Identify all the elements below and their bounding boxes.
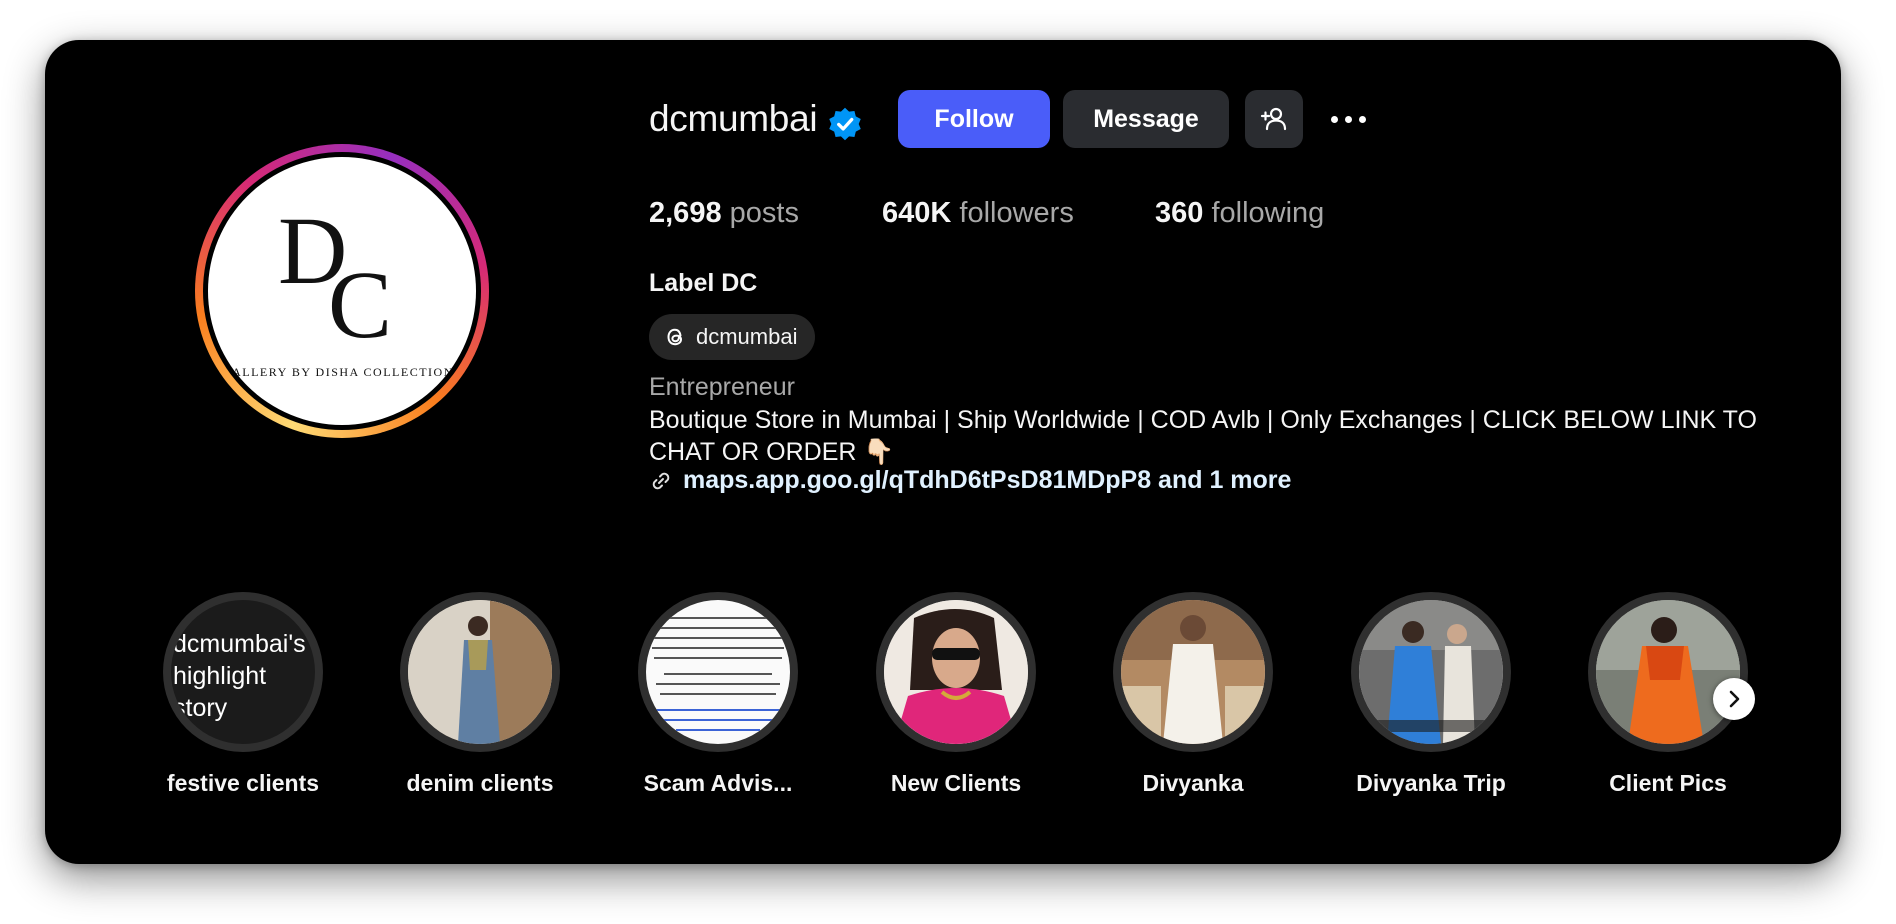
highlight-cover bbox=[1596, 600, 1740, 744]
posts-stat: 2,698 posts bbox=[649, 197, 799, 230]
follow-button[interactable]: Follow bbox=[898, 90, 1050, 148]
highlight-cover: dcmumbai's highlight story bbox=[171, 600, 315, 744]
highlight-cover-text: dcmumbai's highlight story bbox=[173, 630, 306, 722]
story-ring[interactable]: DC GALLERY BY DISHA COLLECTIONS bbox=[195, 144, 489, 438]
posts-label: posts bbox=[729, 197, 799, 229]
logo-letter-d: DC bbox=[278, 197, 392, 358]
following-label: following bbox=[1211, 197, 1325, 229]
avatar-tagline: GALLERY BY DISHA COLLECTIONS bbox=[221, 365, 463, 379]
username: dcmumbai bbox=[649, 98, 818, 139]
more-options-icon[interactable] bbox=[1325, 104, 1371, 134]
link-icon bbox=[652, 472, 670, 489]
message-button[interactable]: Message bbox=[1063, 90, 1229, 148]
dc-logo: DC bbox=[278, 197, 392, 358]
threads-icon bbox=[667, 328, 683, 346]
person-add-icon bbox=[1260, 107, 1287, 131]
category-label: Entrepreneur bbox=[649, 373, 795, 401]
threads-handle: dcmumbai bbox=[696, 324, 798, 349]
highlight-cover bbox=[884, 600, 1028, 744]
highlight-label: festive clients bbox=[166, 770, 320, 796]
display-name: Label DC bbox=[649, 269, 758, 297]
profile-window: DC GALLERY BY DISHA COLLECTIONS dcmumbai… bbox=[45, 40, 1841, 864]
following-stat[interactable]: 360 following bbox=[1155, 197, 1324, 230]
highlight-label: denim clients bbox=[406, 770, 554, 796]
bio-text: Boutique Store in Mumbai | Ship Worldwid… bbox=[649, 406, 1757, 466]
highlight-cover bbox=[408, 600, 552, 744]
highlight-cover bbox=[1121, 600, 1265, 744]
followers-count: 640K bbox=[882, 197, 952, 229]
avatar[interactable]: DC GALLERY BY DISHA COLLECTIONS bbox=[208, 157, 476, 425]
highlight-item[interactable]: denim clients bbox=[375, 592, 585, 797]
highlight-cover bbox=[1359, 600, 1503, 744]
verified-badge-icon bbox=[829, 107, 861, 141]
highlight-label: Scam Advis... bbox=[643, 770, 793, 796]
highlight-label: New Clients bbox=[890, 770, 1022, 796]
bio-link[interactable]: maps.app.goo.gl/qTdhD6tPsD81MDpP8 and 1 … bbox=[649, 466, 1291, 495]
highlight-label: Divyanka Trip bbox=[1356, 770, 1506, 796]
highlight-cover bbox=[646, 600, 790, 744]
following-count: 360 bbox=[1155, 197, 1204, 229]
highlight-item[interactable]: dcmumbai's highlight story festive clien… bbox=[138, 592, 348, 797]
followers-label: followers bbox=[959, 197, 1074, 229]
highlight-item[interactable]: New Clients bbox=[851, 592, 1061, 797]
highlight-label: Client Pics bbox=[1609, 770, 1727, 796]
threads-link[interactable]: dcmumbai bbox=[649, 314, 815, 360]
highlight-label: Divyanka bbox=[1142, 770, 1244, 796]
posts-count: 2,698 bbox=[649, 197, 722, 229]
chevron-right-icon bbox=[1729, 690, 1740, 708]
highlight-item[interactable]: Divyanka Trip bbox=[1326, 592, 1536, 797]
bio-link-text: maps.app.goo.gl/qTdhD6tPsD81MDpP8 and 1 … bbox=[683, 466, 1292, 494]
suggested-accounts-button[interactable] bbox=[1245, 90, 1303, 148]
highlight-item[interactable]: Divyanka bbox=[1088, 592, 1298, 797]
highlight-item[interactable]: Scam Advis... bbox=[613, 592, 823, 797]
followers-stat[interactable]: 640K followers bbox=[882, 197, 1074, 230]
highlights-next-button[interactable] bbox=[1713, 678, 1755, 720]
